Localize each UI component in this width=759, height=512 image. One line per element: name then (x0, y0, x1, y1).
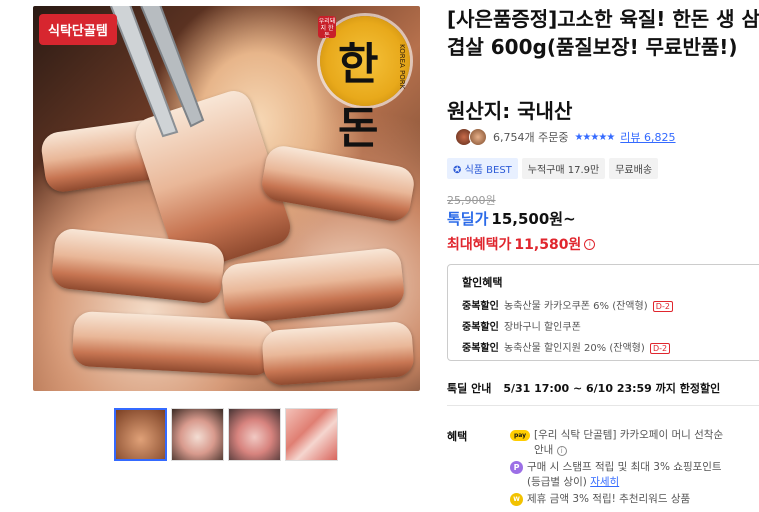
rating-row: 6,754개 주문중 ★★★★★ 리뷰 6,825 (455, 128, 676, 146)
discount-line: 중복할인 농축산물 할인지원 20% (잔액형) D-2 (462, 339, 752, 354)
dday-badge: D-2 (649, 343, 671, 354)
benefit-text: [우리 식탁 단골템] 카카오페이 머니 선착순 (534, 429, 724, 441)
max-benefit-price: 11,580원 (514, 237, 582, 253)
thumbnail-strip (114, 408, 338, 461)
tag-food-best[interactable]: ✪ 식품 BEST (447, 158, 518, 179)
product-badge: 식탁단골템 (39, 14, 117, 45)
deal-period-row: 톡딜 안내 5/31 17:00 ~ 6/10 23:59 까지 한정할인 (447, 380, 720, 396)
avatar (469, 128, 487, 146)
tag-free-shipping: 무료배송 (609, 158, 659, 179)
meat-slice (220, 246, 406, 326)
thumbnail-2[interactable] (171, 408, 224, 461)
benefit-item-reward: W 제휴 금액 3% 적립! 추천리워드 상품 (510, 492, 759, 507)
deal-price: 15,500원~ (491, 210, 576, 228)
tag-row: ✪ 식품 BEST 누적구매 17.9만 무료배송 (447, 158, 659, 179)
shield-icon: ✪ (453, 165, 465, 176)
thumbnail-1[interactable] (114, 408, 167, 461)
detail-link[interactable]: 자세히 (590, 476, 619, 488)
max-benefit-label: 최대혜택가 (447, 237, 512, 253)
benefit-label: 혜택 (447, 430, 468, 443)
discount-line: 중복할인 농축산물 카카오쿠폰 6% (잔액형) D-2 (462, 297, 752, 312)
brand-logo: 우리돼지 한돈 한돈 KOREA PORK (318, 16, 410, 154)
tag-cumulative: 누적구매 17.9만 (521, 158, 606, 179)
product-main-image[interactable]: 식탁단골템 우리돼지 한돈 한돈 KOREA PORK (33, 6, 420, 391)
info-icon[interactable]: i (556, 446, 567, 456)
logo-subtitle: KOREA PORK (398, 44, 406, 90)
logo-stamp: 우리돼지 한돈 (318, 16, 336, 39)
benefit-text: 구매 시 스탬프 적립 및 최대 3% 쇼핑포인트 (527, 461, 722, 473)
point-icon: P (510, 461, 523, 474)
benefit-text: 제휴 금액 3% 적립! 추천리워드 상품 (527, 493, 691, 505)
original-price: 25,900원 (447, 194, 496, 207)
discount-title: 할인혜택 (462, 276, 503, 289)
period-text: 5/31 17:00 ~ 6/10 23:59 까지 한정할인 (503, 382, 721, 395)
discount-line: 중복할인 장바구니 할인쿠폰 (462, 322, 581, 333)
thumbnail-4[interactable] (285, 408, 338, 461)
divider (447, 405, 759, 406)
benefit-text: (등급별 상이) 자세히 (527, 476, 620, 488)
deal-label: 톡딜가 (447, 210, 489, 228)
star-rating-icon: ★★★★★ (574, 131, 615, 143)
max-benefit-row: 최대혜택가 11,580원 i (447, 234, 596, 254)
benefit-text: 안내 i (534, 443, 723, 458)
order-count: 6,754개 주문중 (493, 131, 569, 144)
meat-slice (71, 310, 275, 377)
thumbnail-3[interactable] (228, 408, 281, 461)
buyer-avatars (455, 128, 487, 146)
dday-badge: D-2 (652, 301, 673, 312)
product-origin: 원산지: 국내산 (447, 99, 573, 123)
period-label: 톡딜 안내 (447, 382, 492, 395)
reward-coin-icon: W (510, 493, 523, 506)
discount-box: 할인혜택 중복할인 농축산물 카카오쿠폰 6% (잔액형) D-2 중복할인 장… (447, 264, 759, 361)
benefit-list: pay [우리 식탁 단골템] 카카오페이 머니 선착순 안내 i P 구매 시… (510, 428, 759, 509)
meat-slice (261, 320, 415, 387)
review-link[interactable]: 리뷰 6,825 (620, 129, 675, 145)
kakaopay-icon: pay (510, 430, 530, 441)
product-title: [사은품증정]고소한 육질! 한돈 생 삼겹살 600g(품질보장! 무료반품!… (447, 7, 759, 59)
benefit-item-stamp: P 구매 시 스탬프 적립 및 최대 3% 쇼핑포인트 (등급별 상이) 자세히 (510, 460, 759, 490)
info-icon[interactable]: i (584, 238, 596, 250)
deal-price-row: 톡딜가 15,500원~ (447, 208, 576, 229)
benefit-item-kakaopay: pay [우리 식탁 단골템] 카카오페이 머니 선착순 안내 i (510, 428, 759, 458)
